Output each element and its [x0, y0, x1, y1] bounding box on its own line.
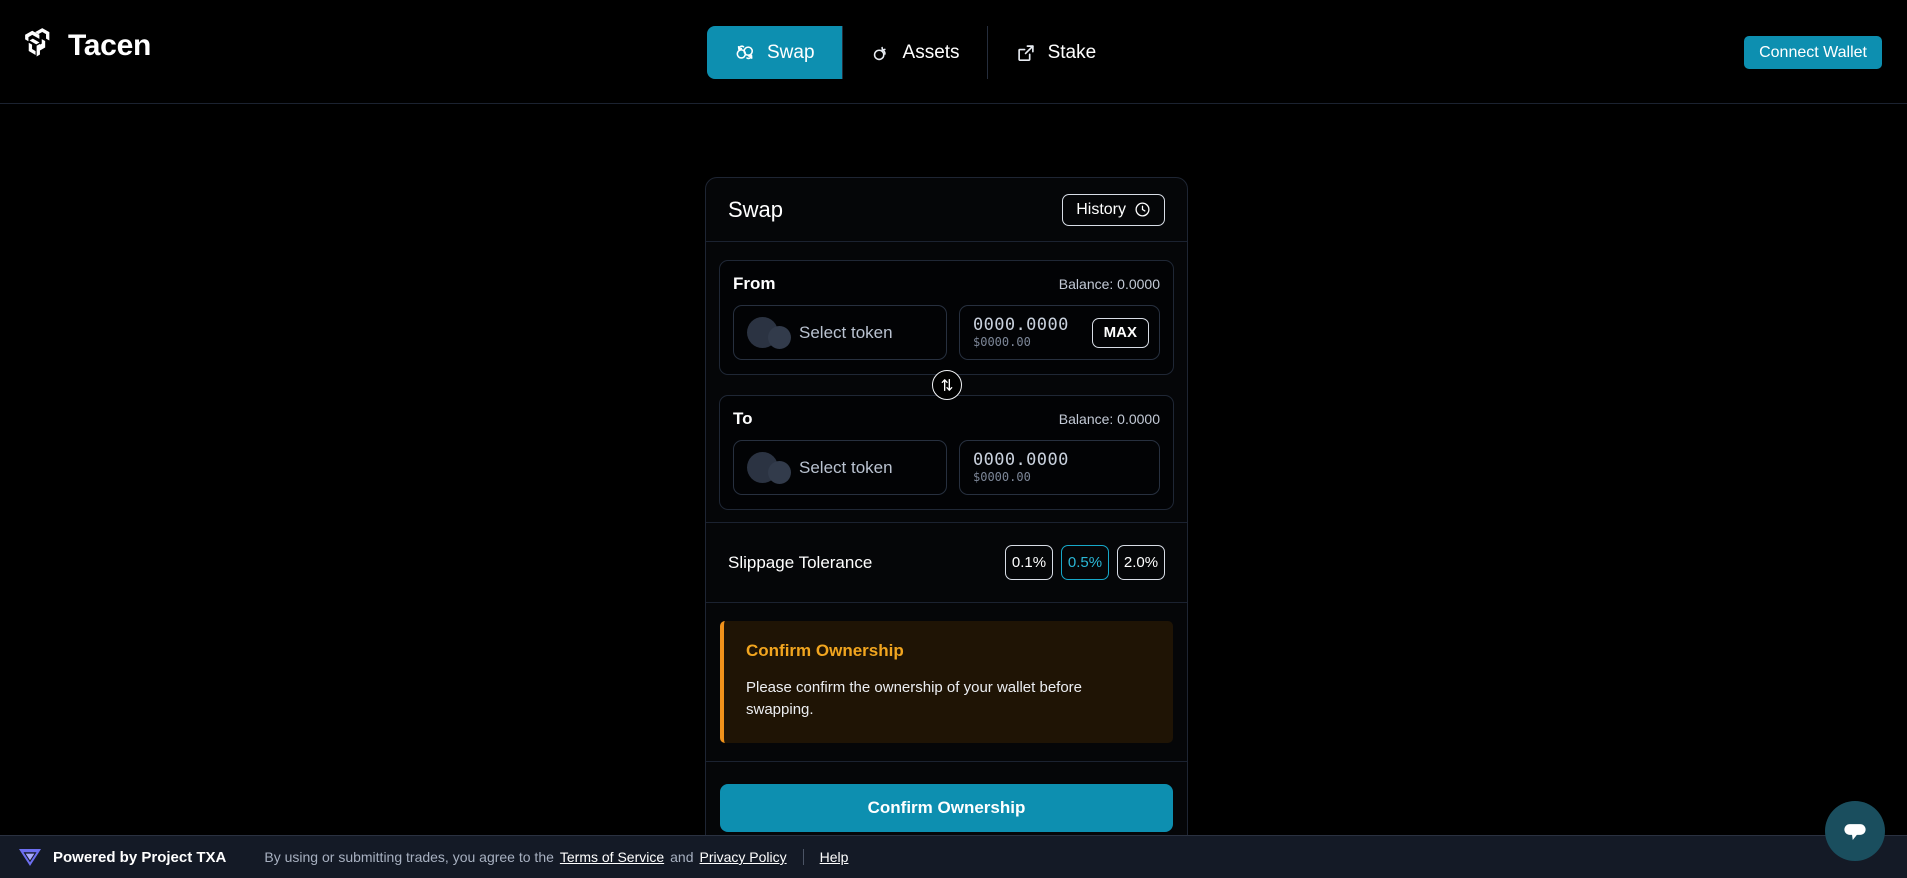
swap-circles-icon [734, 42, 756, 64]
from-amount-usd: $0000.00 [973, 334, 1031, 349]
chat-support-button[interactable] [1825, 801, 1885, 861]
swap-card-header: Swap History [706, 178, 1187, 242]
help-link[interactable]: Help [820, 849, 849, 865]
to-amount-box[interactable]: 0000.0000 $0000.00 [959, 440, 1160, 495]
from-amount-input[interactable]: 0000.0000 [973, 316, 1069, 335]
from-balance: Balance: 0.0000 [1058, 276, 1160, 292]
from-label: From [733, 274, 776, 293]
swap-card-body: From Balance: 0.0000 Select token 0000.0… [706, 242, 1187, 522]
footer-powered-by: Powered by Project TXA [53, 848, 227, 866]
from-row: Select token 0000.0000 $0000.00 MAX [733, 305, 1160, 360]
notice-text: Please confirm the ownership of your wal… [746, 679, 1083, 718]
connect-wallet-button[interactable]: Connect Wallet [1744, 36, 1882, 69]
to-label: To [733, 409, 753, 428]
to-token-select[interactable]: Select token [733, 440, 947, 495]
terms-of-service-link[interactable]: Terms of Service [560, 849, 664, 865]
slippage-label: Slippage Tolerance [728, 552, 873, 572]
top-navigation-bar: Tacen Swap Assets Stake Connect Wallet [0, 0, 1907, 104]
swap-direction-toggle[interactable] [931, 370, 962, 400]
page-title: Swap [728, 196, 784, 222]
tab-swap[interactable]: Swap [707, 26, 843, 79]
tacen-logo-icon [18, 26, 56, 66]
to-amount-input[interactable]: 0000.0000 [973, 451, 1069, 470]
history-label: History [1076, 200, 1126, 218]
external-link-icon [1015, 42, 1037, 64]
footer-bar: Powered by Project TXA By using or submi… [0, 835, 1907, 878]
from-panel: From Balance: 0.0000 Select token 0000.0… [719, 260, 1174, 375]
tab-assets[interactable]: Assets [842, 26, 988, 79]
to-panel: To Balance: 0.0000 Select token 0000.000… [719, 395, 1174, 510]
slippage-options: 0.1% 0.5% 2.0% [1005, 545, 1165, 580]
slippage-option-2.0[interactable]: 2.0% [1117, 545, 1165, 580]
tab-stake-label: Stake [1047, 42, 1097, 63]
to-token-placeholder: Select token [799, 457, 893, 477]
to-amount-usd: $0000.00 [973, 469, 1031, 484]
from-amount-box[interactable]: 0000.0000 $0000.00 MAX [959, 305, 1160, 360]
to-row: Select token 0000.0000 $0000.00 [733, 440, 1160, 495]
arrows-up-down-icon [939, 377, 955, 393]
slippage-option-0.5[interactable]: 0.5% [1061, 545, 1109, 580]
privacy-policy-link[interactable]: Privacy Policy [700, 849, 787, 865]
tab-swap-label: Swap [767, 42, 815, 63]
history-button[interactable]: History [1062, 193, 1165, 226]
swap-card: Swap History From Balance: 0.0000 Select… [705, 177, 1188, 855]
slippage-option-0.1[interactable]: 0.1% [1005, 545, 1053, 580]
max-button[interactable]: MAX [1091, 317, 1149, 348]
from-token-placeholder: Select token [799, 322, 893, 342]
confirm-ownership-button[interactable]: Confirm Ownership [720, 783, 1173, 832]
to-header: To Balance: 0.0000 [733, 409, 1160, 429]
nav-tabs: Swap Assets Stake [707, 26, 1124, 79]
brand[interactable]: Tacen [18, 26, 151, 66]
project-txa-logo-icon [17, 846, 43, 868]
from-header: From Balance: 0.0000 [733, 274, 1160, 294]
notice-title: Confirm Ownership [746, 641, 904, 660]
to-amount-column: 0000.0000 $0000.00 [973, 451, 1069, 484]
tab-stake[interactable]: Stake [987, 26, 1124, 79]
footer-legal: By using or submitting trades, you agree… [264, 849, 848, 865]
brand-name: Tacen [68, 29, 151, 62]
from-amount-column: 0000.0000 $0000.00 [973, 316, 1069, 349]
clock-icon [1134, 201, 1151, 218]
token-placeholder-icon [747, 451, 791, 484]
legal-conjunction: and [670, 849, 694, 865]
slippage-section: Slippage Tolerance 0.1% 0.5% 2.0% [706, 522, 1187, 602]
footer-brand: Powered by Project TXA [0, 846, 226, 868]
notice-section: Confirm Ownership Please confirm the own… [706, 602, 1187, 761]
chat-bubble-icon [1840, 816, 1870, 846]
confirm-ownership-notice: Confirm Ownership Please confirm the own… [720, 621, 1173, 743]
to-balance: Balance: 0.0000 [1058, 411, 1160, 427]
footer-divider [802, 849, 804, 865]
from-token-select[interactable]: Select token [733, 305, 947, 360]
legal-prefix: By using or submitting trades, you agree… [264, 849, 554, 865]
assets-circles-icon [870, 42, 892, 64]
tab-assets-label: Assets [902, 42, 960, 63]
token-placeholder-icon [747, 316, 791, 349]
